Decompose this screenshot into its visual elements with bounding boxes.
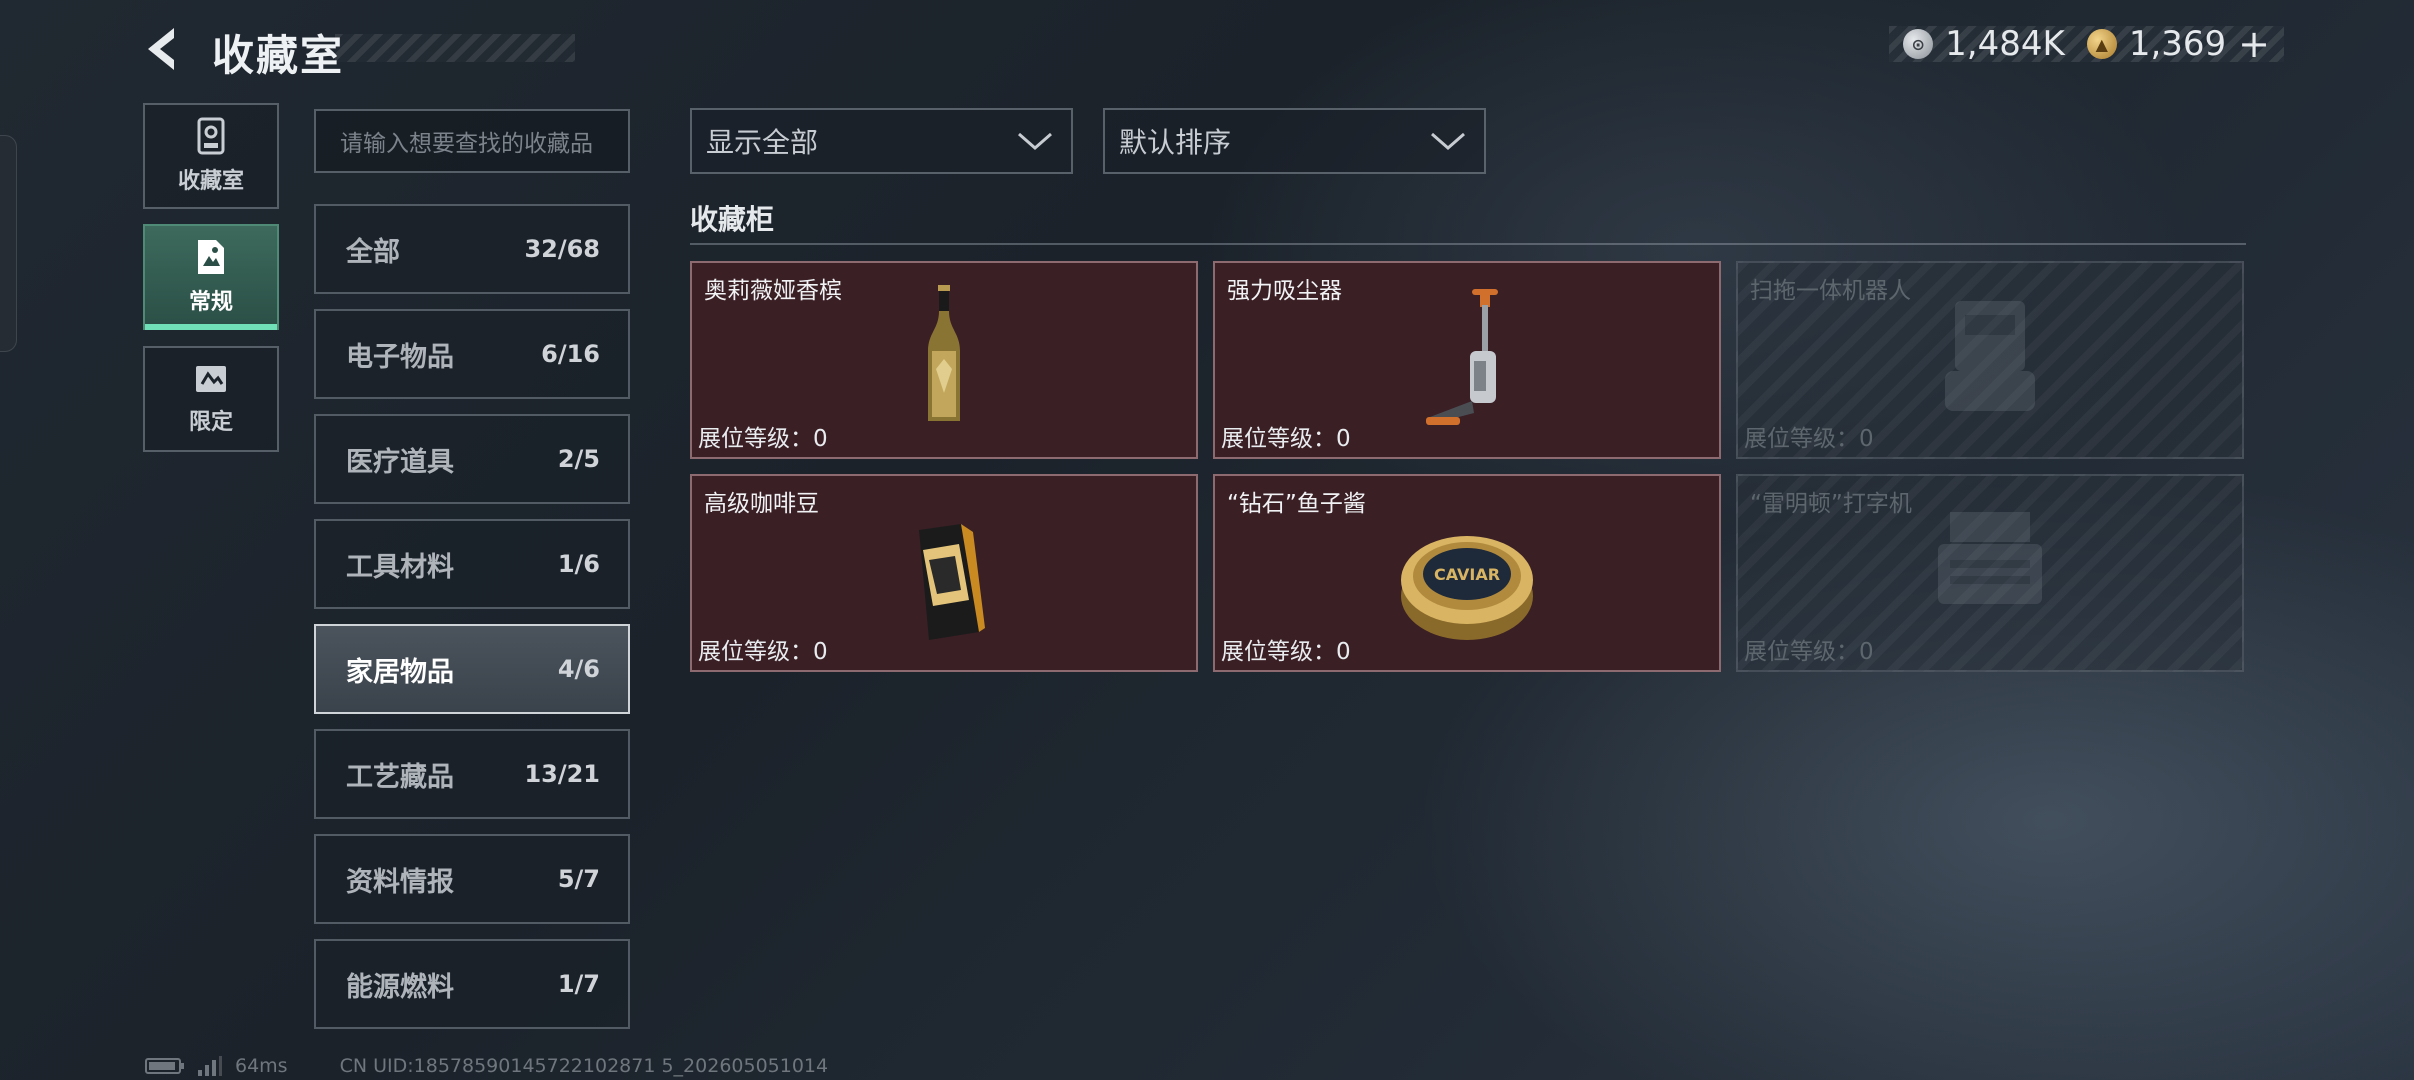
currency-bar: ⊙ 1,484K ▲ 1,369 + [1889, 24, 2284, 64]
chevron-down-icon [1431, 132, 1465, 150]
booth-level: 展位等级：0 [1221, 639, 1351, 665]
sort-dropdown[interactable]: 默认排序 [1103, 108, 1486, 174]
ticket-icon [196, 366, 226, 392]
item-name: 高级咖啡豆 [704, 491, 819, 517]
category-name: 工艺藏品 [346, 761, 454, 793]
battery-icon [145, 1058, 184, 1074]
category-count: 1/7 [557, 970, 600, 998]
category-item-electronics[interactable]: 电子物品 6/16 [314, 309, 630, 399]
title-decoration [335, 34, 575, 62]
robot-vacuum-icon [1945, 301, 2035, 411]
category-name: 家居物品 [346, 656, 454, 688]
nav-tab-label: 限定 [188, 410, 233, 435]
category-item-all[interactable]: 全部 32/68 [314, 204, 630, 294]
signal-icon [198, 1056, 222, 1076]
display-filter-value: 显示全部 [706, 126, 819, 159]
category-count: 13/21 [524, 760, 600, 788]
nav-tab-label: 常规 [188, 290, 233, 315]
nav-tab-label: 收藏室 [177, 169, 244, 194]
champagne-bottle-icon [928, 285, 960, 421]
silver-coin-icon: ⊙ [1903, 29, 1934, 59]
booth-level: 展位等级：0 [698, 426, 828, 452]
side-drawer-handle[interactable] [0, 135, 17, 352]
category-count: 32/68 [524, 235, 600, 263]
category-name: 电子物品 [346, 341, 454, 373]
booth-level: 展位等级：0 [1744, 426, 1874, 452]
silver-currency-value: 1,484K [1945, 24, 2065, 64]
cabinet-title: 收藏柜 [690, 203, 775, 236]
category-name: 资料情报 [346, 866, 454, 898]
caviar-tin-label: CAVIAR [1434, 565, 1500, 584]
category-name: 医疗道具 [346, 446, 454, 478]
item-name: “钻石”鱼子酱 [1227, 491, 1366, 517]
caviar-tin-icon: CAVIAR [1401, 536, 1533, 640]
page-title: 收藏室 [212, 31, 345, 80]
category-count: 2/5 [557, 445, 600, 473]
item-name: 扫拖一体机器人 [1750, 278, 1911, 304]
nav-tab-regular[interactable]: 常规 [143, 224, 279, 330]
collection-card[interactable]: 强力吸尘器 展位等级：0 [1213, 261, 1721, 459]
trophy-icon [197, 117, 225, 155]
item-name: 奥莉薇娅香槟 [704, 278, 842, 304]
collection-card-locked[interactable]: “雷明顿”打字机 展位等级：0 [1736, 474, 2244, 672]
category-item-crafts[interactable]: 工艺藏品 13/21 [314, 729, 630, 819]
document-icon [198, 240, 224, 274]
display-filter-dropdown[interactable]: 显示全部 [690, 108, 1073, 174]
status-footer: 64ms CN UID:18578590145722102871 5_20260… [145, 1055, 828, 1077]
ping-value: 64ms [235, 1055, 288, 1077]
category-item-tools[interactable]: 工具材料 1/6 [314, 519, 630, 609]
nav-tab-collection-room[interactable]: 收藏室 [143, 103, 279, 209]
category-item-medical[interactable]: 医疗道具 2/5 [314, 414, 630, 504]
category-count: 4/6 [557, 655, 600, 683]
booth-level: 展位等级：0 [1221, 426, 1351, 452]
uid-text: CN UID:18578590145722102871 5_2026050510… [339, 1055, 829, 1077]
coffee-bag-icon [919, 524, 985, 640]
category-item-household[interactable]: 家居物品 4/6 [314, 624, 630, 714]
vacuum-cleaner-icon [1426, 289, 1498, 425]
chevron-down-icon [1018, 132, 1052, 150]
search-input[interactable]: 请输入想要查找的收藏品 [314, 109, 630, 173]
item-name: “雷明顿”打字机 [1750, 491, 1912, 517]
gold-coin-icon: ▲ [2086, 29, 2117, 59]
category-name: 能源燃料 [346, 971, 454, 1003]
category-count: 6/16 [541, 340, 600, 368]
category-item-energy[interactable]: 能源燃料 1/7 [314, 939, 630, 1029]
category-count: 1/6 [557, 550, 600, 578]
booth-level: 展位等级：0 [1744, 639, 1874, 665]
nav-tab-limited[interactable]: 限定 [143, 346, 279, 452]
category-count: 5/7 [557, 865, 600, 893]
collection-card[interactable]: 奥莉薇娅香槟 展位等级：0 [690, 261, 1198, 459]
collection-card-locked[interactable]: 扫拖一体机器人 展位等级：0 [1736, 261, 2244, 459]
collection-card[interactable]: 高级咖啡豆 展位等级：0 [690, 474, 1198, 672]
category-name: 全部 [346, 236, 400, 268]
collection-card[interactable]: “钻石”鱼子酱 CAVIAR 展位等级：0 [1213, 474, 1721, 672]
item-name: 强力吸尘器 [1227, 278, 1342, 304]
gold-currency-value: 1,369 [2128, 24, 2227, 64]
category-item-intel[interactable]: 资料情报 5/7 [314, 834, 630, 924]
back-arrow-icon [148, 28, 174, 70]
category-name: 工具材料 [346, 551, 454, 583]
sort-value: 默认排序 [1119, 126, 1232, 159]
back-button[interactable] [140, 24, 190, 74]
add-currency-button[interactable]: + [2238, 25, 2270, 63]
typewriter-icon [1938, 512, 2042, 604]
booth-level: 展位等级：0 [698, 639, 828, 665]
divider [690, 243, 2246, 245]
